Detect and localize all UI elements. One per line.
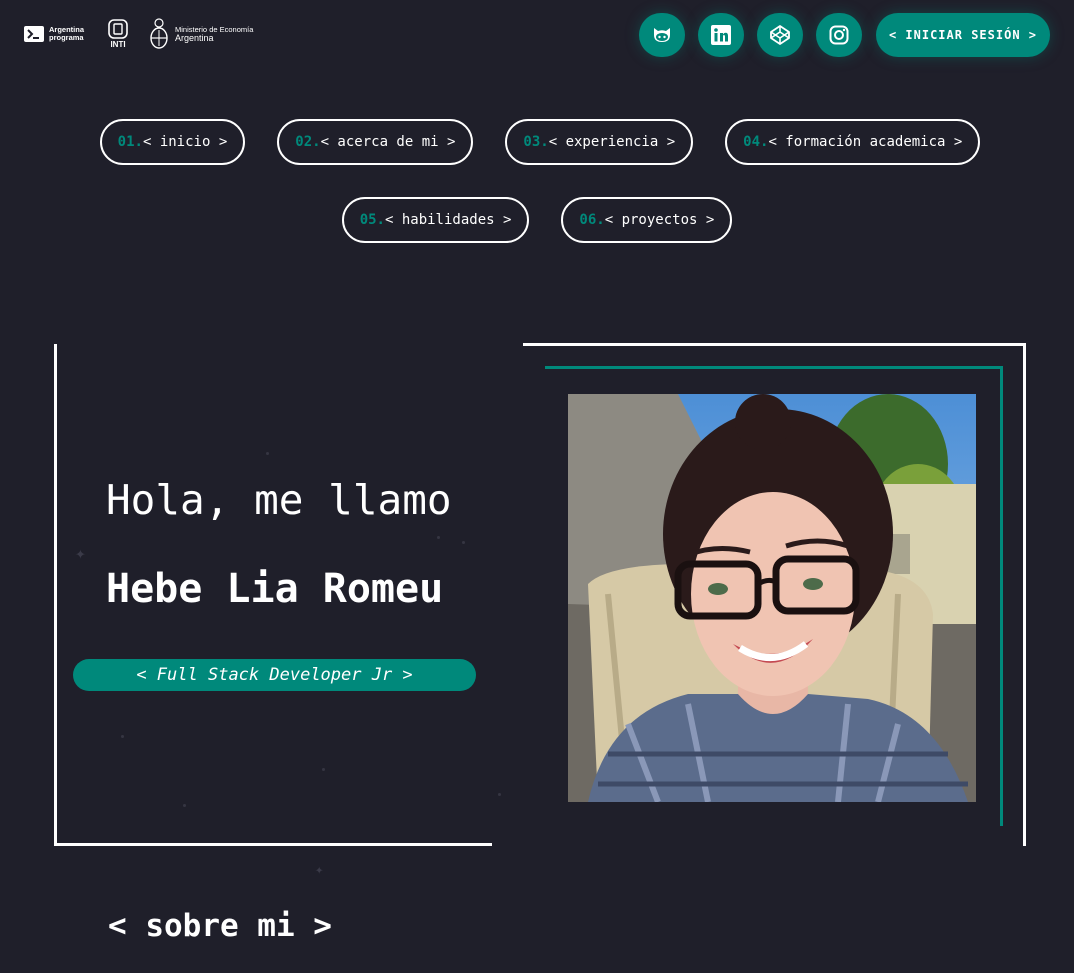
terminal-icon (24, 26, 44, 42)
codepen-icon (770, 25, 790, 45)
national-shield-icon (150, 18, 168, 49)
nav-inicio[interactable]: 01. < inicio > (99, 119, 246, 165)
nav-number: 01. (117, 134, 143, 150)
hero-name: Hebe Lia Romeu (106, 566, 444, 612)
section-title-about: < sobre mi > (108, 908, 332, 944)
nav-number: 05. (359, 212, 385, 228)
nav-formacion-academica[interactable]: 04. < formación academica > (725, 119, 981, 165)
linkedin-button[interactable] (697, 13, 744, 57)
linkedin-icon (710, 25, 731, 45)
nav-label: < acerca de mi > (320, 134, 456, 150)
nav-acerca-de-mi[interactable]: 02. < acerca de mi > (277, 119, 474, 165)
social-links: < INICIAR SESIÓN > (638, 13, 1050, 57)
nav-label: < proyectos > (604, 212, 715, 228)
main-nav-row-1: 01. < inicio > 02. < acerca de mi > 03. < e… (0, 119, 1074, 165)
login-button[interactable]: < INICIAR SESIÓN > (875, 13, 1050, 57)
ministerio-line-2: Argentina (175, 33, 214, 43)
nav-label: < experiencia > (548, 134, 676, 150)
logo-line-2: programa (49, 33, 84, 42)
nav-habilidades[interactable]: 05. < habilidades > (341, 197, 530, 243)
codepen-button[interactable] (756, 13, 803, 57)
portfolio-page: Argentina programa INTI Ministerio de Ec… (0, 0, 1074, 973)
nav-label: < inicio > (142, 134, 228, 150)
profile-photo (568, 394, 976, 802)
profile-portrait (568, 394, 976, 802)
hero-greeting: Hola, me llamo (106, 476, 452, 524)
inti-logo: INTI (108, 19, 128, 49)
nav-number: 04. (743, 134, 769, 150)
argentina-programa-logo: Argentina programa (24, 26, 84, 42)
github-icon (653, 28, 670, 42)
star-dot (498, 793, 501, 796)
github-button[interactable] (638, 13, 685, 57)
nav-number: 03. (523, 134, 549, 150)
inti-emblem-icon (108, 19, 128, 39)
main-nav-row-2: 05. < habilidades > 06. < proyectos > (0, 197, 1074, 243)
hero-role-badge: < Full Stack Developer Jr > (73, 659, 476, 691)
nav-experiencia[interactable]: 03. < experiencia > (505, 119, 694, 165)
nav-number: 02. (295, 134, 321, 150)
nav-label: < formación academica > (768, 134, 963, 150)
ministerio-logo: Ministerio de Economía Argentina (148, 18, 253, 50)
nav-proyectos[interactable]: 06. < proyectos > (561, 197, 733, 243)
instagram-button[interactable] (815, 13, 862, 57)
header-logos: Argentina programa INTI Ministerio de Ec… (24, 18, 253, 50)
nav-number: 06. (579, 212, 605, 228)
nav-label: < habilidades > (384, 212, 512, 228)
sparkle-decoration: ✦ (315, 862, 324, 878)
instagram-icon (829, 25, 849, 45)
inti-label: INTI (110, 40, 126, 49)
